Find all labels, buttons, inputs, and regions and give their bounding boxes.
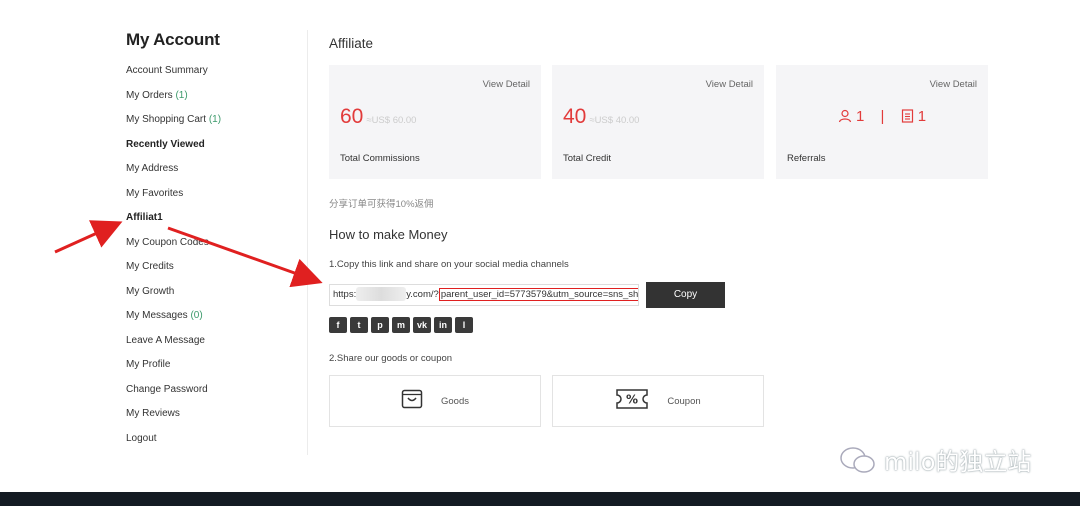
sidebar-item-label: My Coupon Codes: [126, 236, 209, 248]
arrow-to-affiliate: [54, 220, 123, 254]
step-2-text: 2.Share our goods or coupon: [329, 353, 453, 364]
sidebar-item[interactable]: My Address: [126, 162, 306, 187]
goods-label: Goods: [441, 395, 469, 407]
card-label: Referrals: [787, 153, 826, 164]
separator: |: [880, 108, 885, 125]
social-share-bar: f t p m vk in l: [329, 317, 473, 333]
sidebar-item-label: My Reviews: [126, 408, 180, 419]
view-detail-link[interactable]: View Detail: [930, 79, 977, 90]
page-title: Affiliate: [329, 36, 374, 51]
card-label: Total Credit: [563, 153, 612, 164]
sidebar-item[interactable]: My Credits: [126, 260, 306, 285]
section-title: How to make Money: [329, 227, 448, 242]
linkedin-icon[interactable]: in: [434, 317, 452, 333]
sidebar-item-label: Recently Viewed: [126, 138, 205, 150]
sidebar-item-count: (1): [208, 114, 222, 125]
share-coupon-button[interactable]: % Coupon: [552, 375, 764, 427]
view-detail-link[interactable]: View Detail: [706, 79, 753, 90]
card-total-credit: View Detail 40 ≈US$ 40.00 Total Credit: [552, 65, 764, 179]
sidebar-menu: Account Summary My Orders (1) My Shopping …: [126, 64, 306, 456]
sidebar-item-label: My Credits: [126, 261, 174, 272]
sidebar-item[interactable]: My Reviews: [126, 407, 306, 432]
sidebar-item-label: My Profile: [126, 359, 171, 370]
sidebar-item-label: My Shopping Cart: [126, 114, 207, 125]
credit-value: 40 ≈US$ 40.00: [563, 105, 640, 128]
coupon-label: Coupon: [667, 395, 701, 407]
sidebar-item[interactable]: My Orders (1): [126, 89, 306, 114]
copy-button[interactable]: Copy: [646, 282, 725, 308]
sidebar-item[interactable]: My Messages (0): [126, 309, 306, 334]
step-1-text: 1.Copy this link and share on your socia…: [329, 259, 569, 270]
vertical-divider: [307, 30, 308, 455]
card-total-commissions: View Detail 60 ≈US$ 60.00 Total Commissio…: [329, 65, 541, 179]
highlighted-params: parent_user_id=5773579&utm_source=sns_sh…: [438, 288, 638, 301]
blurred-domain: [356, 287, 407, 302]
pinterest-icon[interactable]: p: [371, 317, 389, 333]
sidebar-item-label: My Growth: [126, 285, 175, 297]
referral-users-count: 1: [856, 108, 865, 125]
twitter-icon[interactable]: t: [350, 317, 368, 333]
referral-orders-count: 1: [917, 108, 927, 125]
sidebar-item-label: Leave A Message: [126, 334, 205, 346]
credit-usd: ≈US$ 40.00: [589, 115, 640, 126]
sidebar-item-count: (0): [190, 310, 203, 321]
referrals-summary: 1 | 1: [776, 108, 988, 125]
vk-icon[interactable]: vk: [413, 317, 431, 333]
card-label: Total Commissions: [340, 153, 420, 164]
watermark: milo的独立站: [838, 442, 1031, 477]
facebook-icon[interactable]: f: [329, 317, 347, 333]
sidebar-item-label: My Favorites: [126, 187, 184, 199]
share-goods-button[interactable]: Goods: [329, 375, 541, 427]
line-icon[interactable]: l: [455, 317, 473, 333]
sidebar-item-label: Change Password: [126, 383, 208, 395]
page-footer: [0, 492, 1080, 506]
sidebar-item[interactable]: My Growth: [126, 285, 306, 310]
commission-value: 60 ≈US$ 60.00: [340, 105, 417, 128]
sidebar-item-count: (1): [175, 89, 188, 101]
user-icon: [838, 108, 852, 125]
sidebar-item[interactable]: Leave A Message: [126, 334, 306, 359]
watermark-text: milo的独立站: [884, 448, 1032, 476]
view-detail-link[interactable]: View Detail: [483, 79, 530, 90]
sidebar-item[interactable]: Account Summary: [126, 64, 306, 89]
bag-icon: [401, 389, 423, 414]
messenger-icon[interactable]: m: [392, 317, 410, 333]
sidebar-item[interactable]: My Favorites: [126, 187, 306, 212]
sidebar-item-label: My Address: [126, 163, 179, 174]
sidebar-item[interactable]: Affiliat1: [126, 211, 306, 236]
sidebar-item-label: Logout: [126, 432, 157, 444]
account-sidebar: My Account Account Summary My Orders (1) M…: [126, 30, 306, 456]
card-referrals: View Detail 1 | 1 Referrals: [776, 65, 988, 179]
sidebar-item[interactable]: My Coupon Codes: [126, 236, 306, 261]
sidebar-item[interactable]: Recently Viewed: [126, 138, 306, 163]
commission-usd: ≈US$ 60.00: [366, 115, 417, 126]
sidebar-item-label: Account Summary: [126, 65, 208, 76]
sidebar-title: My Account: [126, 30, 220, 49]
sidebar-item[interactable]: Change Password: [126, 383, 306, 408]
svg-text:%: %: [626, 392, 638, 406]
sidebar-item-label: My Orders: [126, 89, 173, 101]
sidebar-item-label: My Messages: [126, 310, 188, 321]
sidebar-item[interactable]: Logout: [126, 432, 306, 457]
sidebar-item[interactable]: My Profile: [126, 358, 306, 383]
coupon-icon: %: [615, 388, 649, 415]
commission-note: 分享订单可获得10%返佣: [329, 199, 434, 210]
share-link-field[interactable]: https: y.com/? parent_user_id=5773579&utm_…: [329, 284, 639, 306]
sidebar-item[interactable]: My Shopping Cart (1): [126, 113, 306, 138]
sidebar-item-label: Affiliat1: [126, 212, 163, 223]
order-list-icon: [901, 108, 914, 125]
